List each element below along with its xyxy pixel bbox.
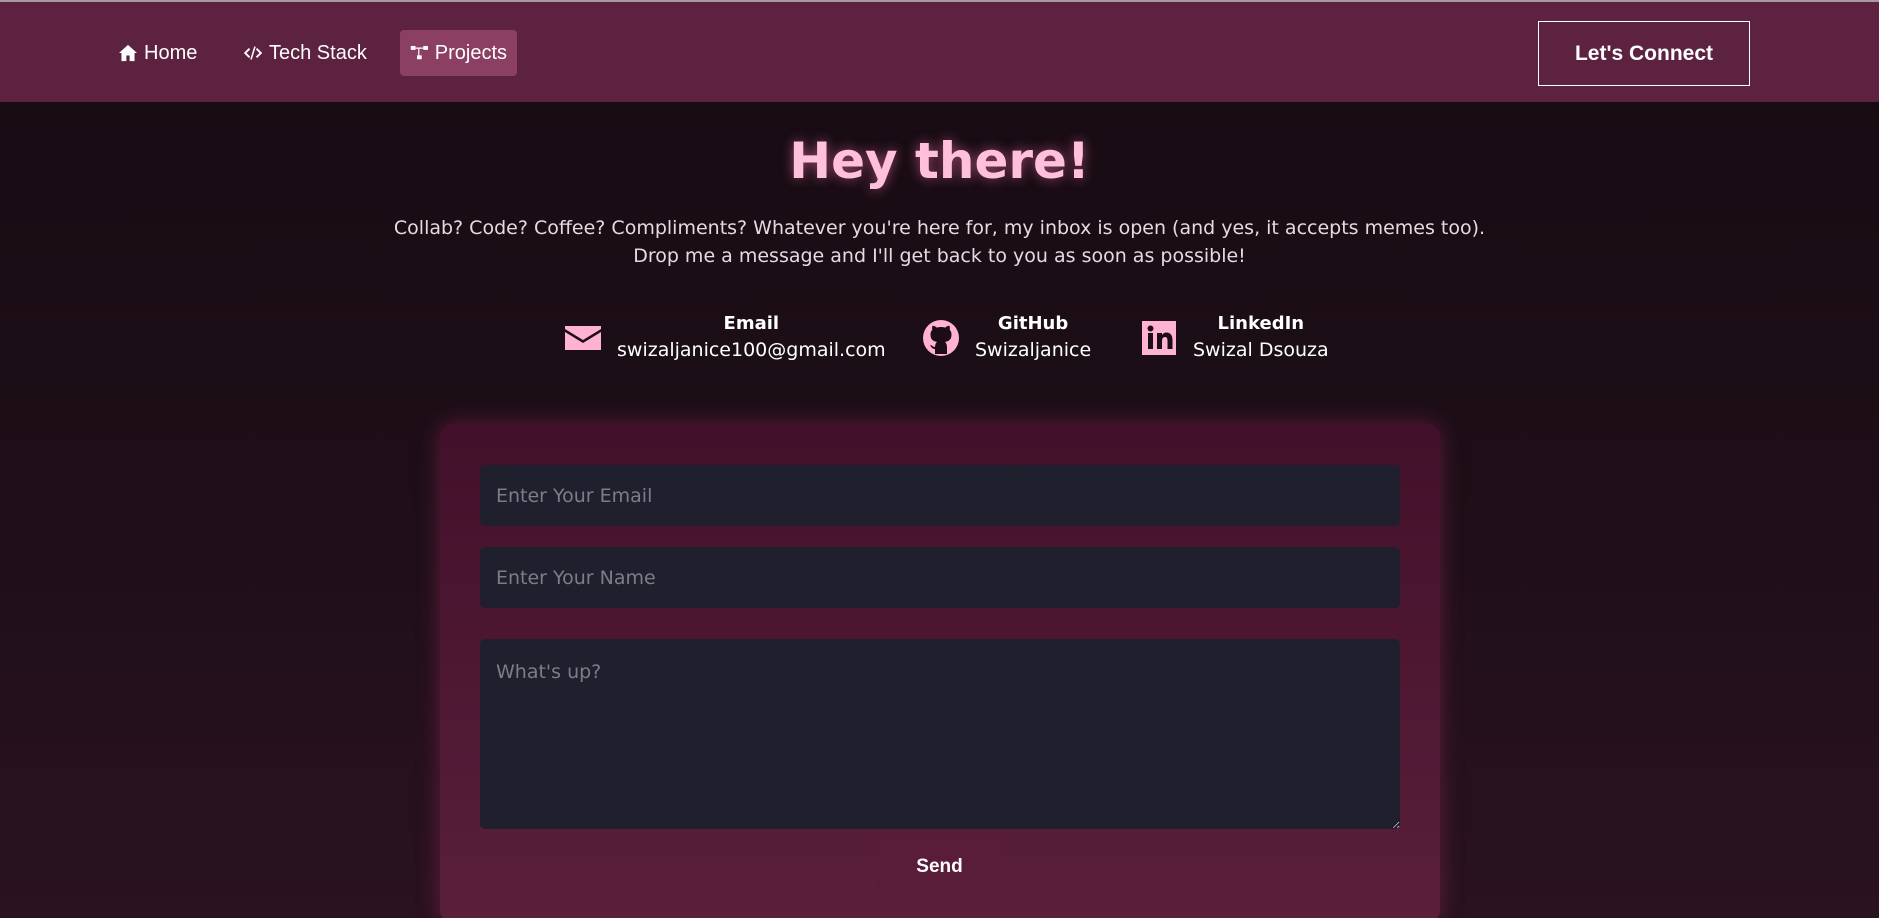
code-icon	[243, 46, 263, 60]
contact-github[interactable]: GitHub Swizaljanice	[921, 312, 1091, 364]
email-field[interactable]	[480, 465, 1400, 526]
intro-line-1: Collab? Code? Coffee? Compliments? Whate…	[393, 217, 1486, 239]
contact-linkedin-label: LinkedIn	[1217, 313, 1305, 334]
nav-item-tech-stack[interactable]: Tech Stack	[233, 30, 377, 76]
linkedin-icon	[1142, 321, 1176, 355]
intro-text: Collab? Code? Coffee? Compliments? Whate…	[0, 214, 1879, 270]
contact-github-label: GitHub	[997, 313, 1069, 334]
contact-linkedin-value[interactable]: Swizal Dsouza	[1193, 336, 1329, 364]
send-button[interactable]: Send	[876, 838, 1003, 896]
intro-line-2: Drop me a message and I'll get back to y…	[633, 245, 1246, 267]
name-field[interactable]	[480, 547, 1400, 608]
nav-item-tech-stack-label: Tech Stack	[269, 41, 367, 64]
nav-item-projects[interactable]: Projects	[400, 30, 517, 76]
page-title: Hey there!	[789, 132, 1090, 190]
sitemap-icon	[410, 45, 428, 60]
contact-email-value[interactable]: swizaljanice100@gmail.com	[617, 336, 886, 364]
contact-linkedin[interactable]: LinkedIn Swizal Dsouza	[1139, 312, 1329, 364]
contact-github-value[interactable]: Swizaljanice	[975, 336, 1091, 364]
nav-item-projects-label: Projects	[434, 41, 507, 64]
github-icon	[923, 320, 959, 356]
nav-item-home-label: Home	[144, 41, 198, 64]
page: Home Tech Stack Projects Let's Connect H…	[0, 0, 1879, 918]
contact-email[interactable]: Email swizaljanice100@gmail.com	[563, 312, 886, 364]
envelope-icon	[565, 326, 601, 350]
home-icon	[119, 44, 137, 62]
lets-connect-button[interactable]: Let's Connect	[1538, 21, 1750, 86]
nav-item-home[interactable]: Home	[108, 30, 207, 76]
contact-email-label: Email	[723, 313, 780, 334]
navbar: Home Tech Stack Projects Let's Connect	[0, 2, 1879, 102]
message-textarea[interactable]	[480, 639, 1400, 829]
